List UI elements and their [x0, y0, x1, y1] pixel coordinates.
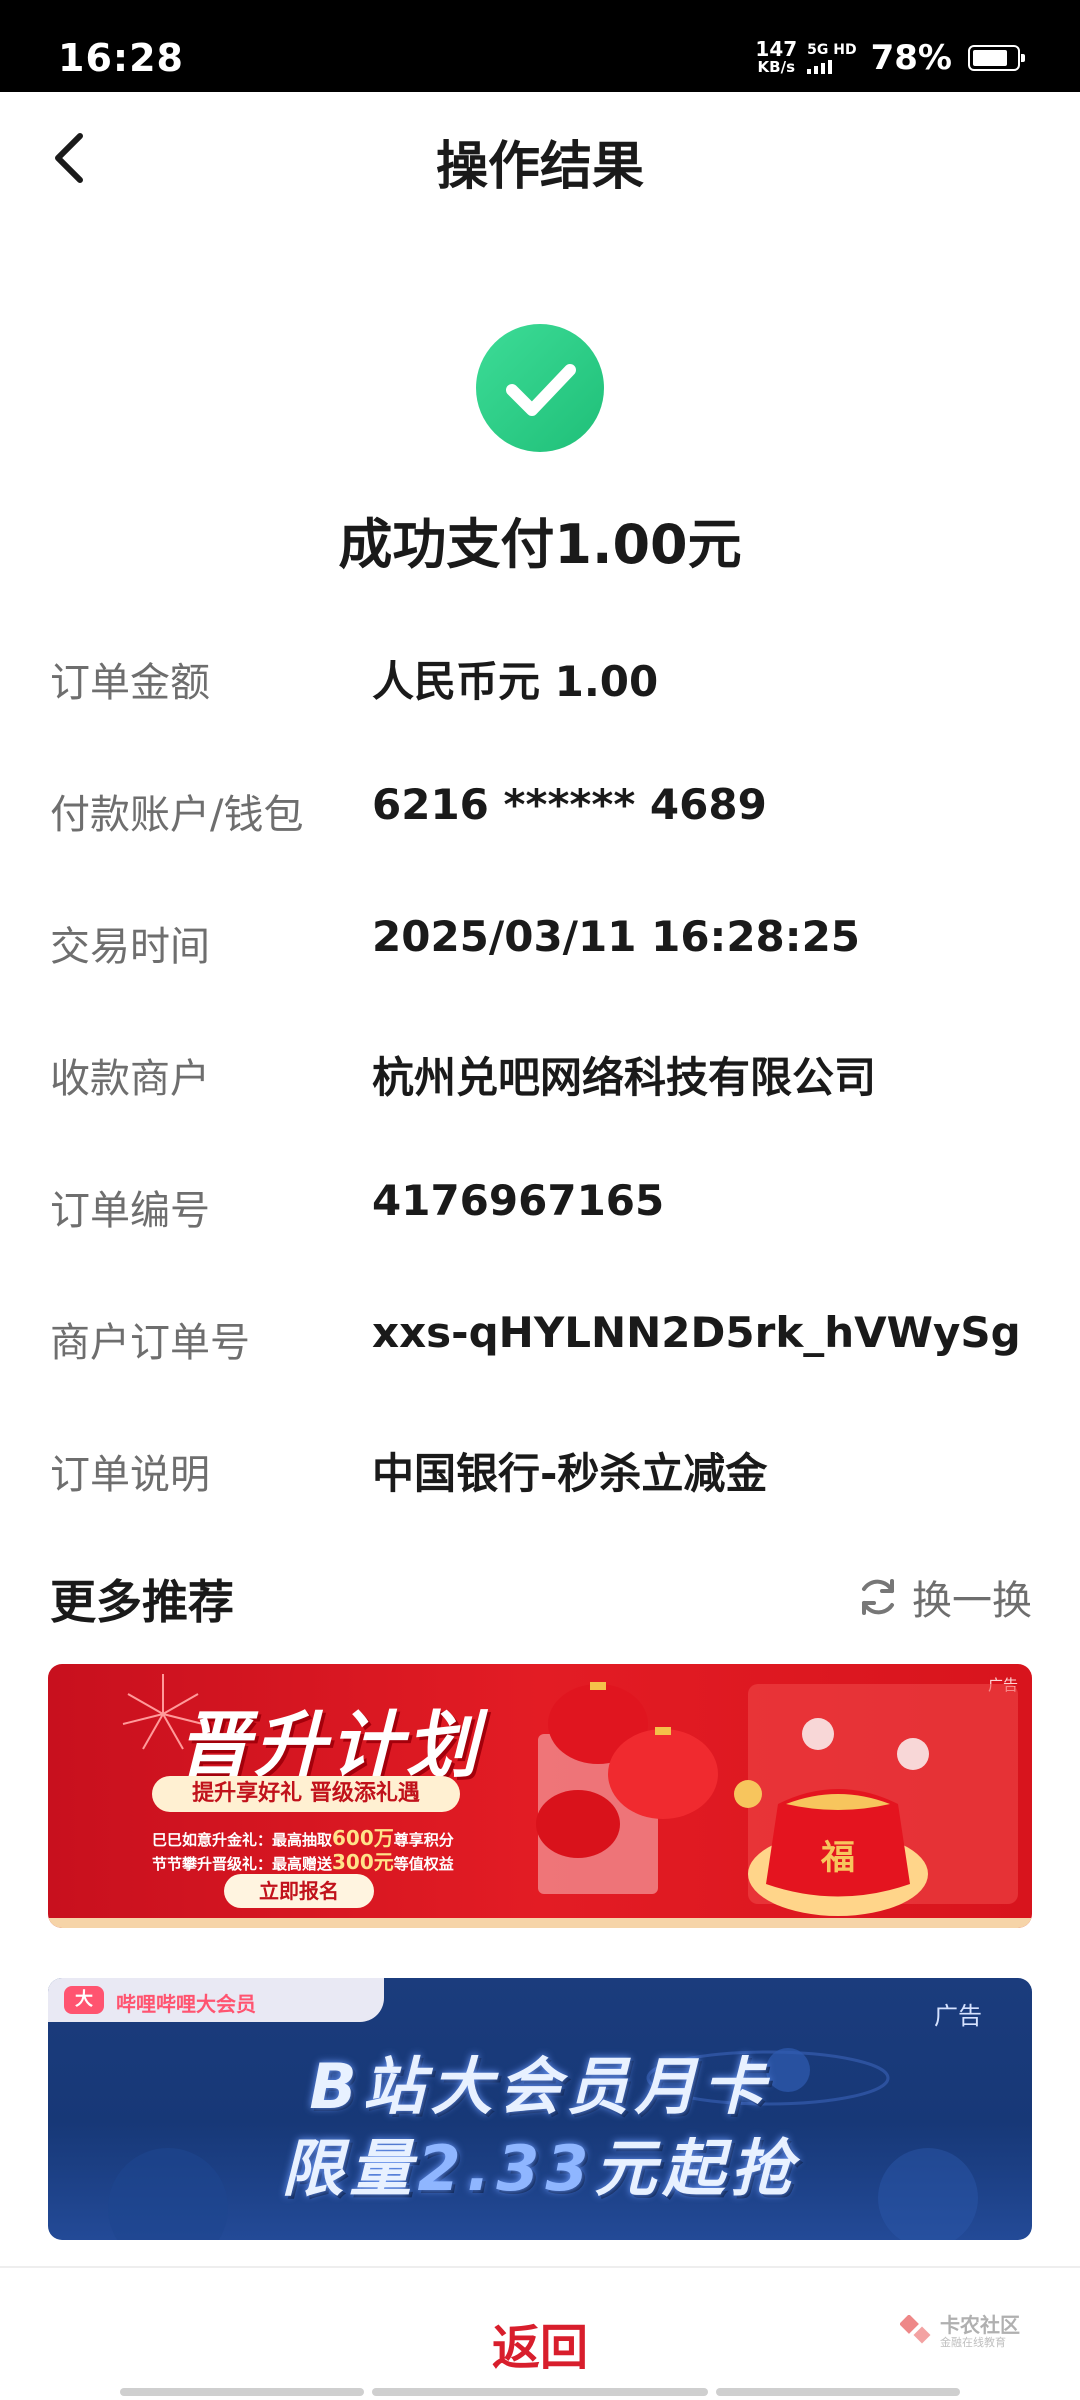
ad-banner-promotion-plan[interactable]: 广告 晋升计划 提升享好礼 晋级添礼遇 巳巳如意升金礼：最高抽取600万尊享积分…: [48, 1664, 1032, 1928]
detail-value: 4176967165: [372, 1176, 665, 1225]
nav-indicator: [716, 2388, 960, 2396]
banner-subtitle: 提升享好礼 晋级添礼遇: [152, 1776, 460, 1812]
detail-label: 订单金额: [50, 660, 210, 706]
detail-label: 订单编号: [50, 1188, 210, 1234]
bilibili-logo-icon: 大: [64, 1986, 104, 2014]
banner-bottom-stripe: [48, 1918, 1032, 1928]
detail-label: 付款账户/钱包: [50, 792, 304, 838]
detail-label: 商户订单号: [50, 1320, 250, 1366]
network-speed-unit: KB/s: [757, 58, 796, 76]
detail-label: 交易时间: [50, 924, 210, 970]
detail-row-merchant: 收款商户 杭州兑吧网络科技有限公司: [50, 1040, 1040, 1102]
price-prefix: 限量: [281, 2132, 418, 2205]
ad-banner-bilibili-membership[interactable]: 大 哔哩哔哩大会员 广告 B站大会员月卡 限量2.33元起抢: [48, 1978, 1032, 2240]
refresh-label: 换一换: [912, 1578, 1032, 1624]
network-speed-value: 147: [755, 37, 798, 61]
detail-row-transaction-time: 交易时间 2025/03/11 16:28:25: [50, 908, 1040, 970]
bilibili-membership-tag: 大 哔哩哔哩大会员: [48, 1978, 384, 2022]
banner-benefit-line-2: 节节攀升晋级礼：最高赠送300元等值权益: [152, 1846, 454, 1875]
battery-fill: [973, 50, 1007, 66]
refresh-button[interactable]: 换一换: [854, 1568, 1032, 1626]
banner-price-line: 限量2.33元起抢: [48, 2118, 1032, 2208]
detail-row-merchant-order-number: 商户订单号 xxs-qHYLNN2D5rk_hVWySg: [50, 1304, 1040, 1366]
watermark: 卡农社区 金融在线教育: [900, 2314, 1020, 2350]
banner-headline: B站大会员月卡: [309, 2050, 771, 2123]
detail-label: 收款商户: [50, 1056, 210, 1102]
bottom-bar: 返回 卡农社区 金融在线教育: [0, 2266, 1080, 2400]
ad-label: 广告: [934, 2002, 982, 2030]
watermark-logo-icon: [900, 2315, 931, 2344]
benefit-text: 节节攀升晋级礼：最高赠送: [152, 1855, 333, 1873]
detail-value: 2025/03/11 16:28:25: [372, 912, 861, 961]
battery-percent: 78%: [870, 38, 952, 78]
success-check-icon: [476, 324, 604, 452]
status-indicators: 147 KB/s 5G HD 78%: [755, 37, 1025, 78]
detail-value: xxs-qHYLNN2D5rk_hVWySg: [372, 1308, 1021, 1357]
watermark-subtitle: 金融在线教育: [940, 2336, 1006, 2349]
nav-indicator: [120, 2388, 364, 2396]
nav-bar: 操作结果: [0, 92, 1080, 224]
detail-value: 人民币元 1.00: [372, 657, 659, 706]
detail-label: 订单说明: [50, 1452, 210, 1498]
network-speed: 147 KB/s: [755, 37, 798, 76]
nav-indicator: [372, 2388, 708, 2396]
section-title-more-recommendations: 更多推荐: [50, 1575, 234, 1629]
detail-value: 杭州兑吧网络科技有限公司: [372, 1053, 877, 1102]
signal-icon: [807, 58, 833, 74]
price-number: 2.33: [417, 2132, 595, 2205]
network-type: 5G HD: [807, 42, 857, 74]
page-title: 操作结果: [435, 137, 644, 197]
detail-row-payment-account: 付款账户/钱包 6216 ****** 4689: [50, 776, 1040, 838]
benefit-text: 等值权益: [393, 1855, 454, 1873]
detail-value: 6216 ****** 4689: [372, 780, 767, 829]
payment-success-message: 成功支付1.00元: [338, 513, 742, 576]
price-suffix: 元起抢: [594, 2132, 799, 2205]
detail-value: 中国银行-秒杀立减金: [372, 1449, 768, 1498]
bag-character: 福: [820, 1838, 855, 1878]
status-bar: 16:28 147 KB/s 5G HD 78%: [0, 0, 1080, 92]
detail-row-order-number: 订单编号 4176967165: [50, 1172, 1040, 1234]
register-now-button[interactable]: 立即报名: [224, 1874, 374, 1908]
refresh-icon: [862, 1579, 894, 1615]
status-time: 16:28: [58, 36, 184, 80]
battery-icon: [968, 45, 1025, 71]
network-type-label: 5G HD: [807, 42, 857, 58]
detail-row-order-amount: 订单金额 人民币元 1.00: [50, 644, 1040, 706]
lantern-gift-bag-illustration: 福: [536, 1682, 1018, 1916]
detail-row-order-description: 订单说明 中国银行-秒杀立减金: [50, 1436, 1040, 1498]
watermark-title: 卡农社区: [940, 2313, 1020, 2337]
membership-tag-text: 哔哩哔哩大会员: [116, 1992, 256, 2016]
benefit-highlight: 300元: [332, 1850, 394, 1874]
